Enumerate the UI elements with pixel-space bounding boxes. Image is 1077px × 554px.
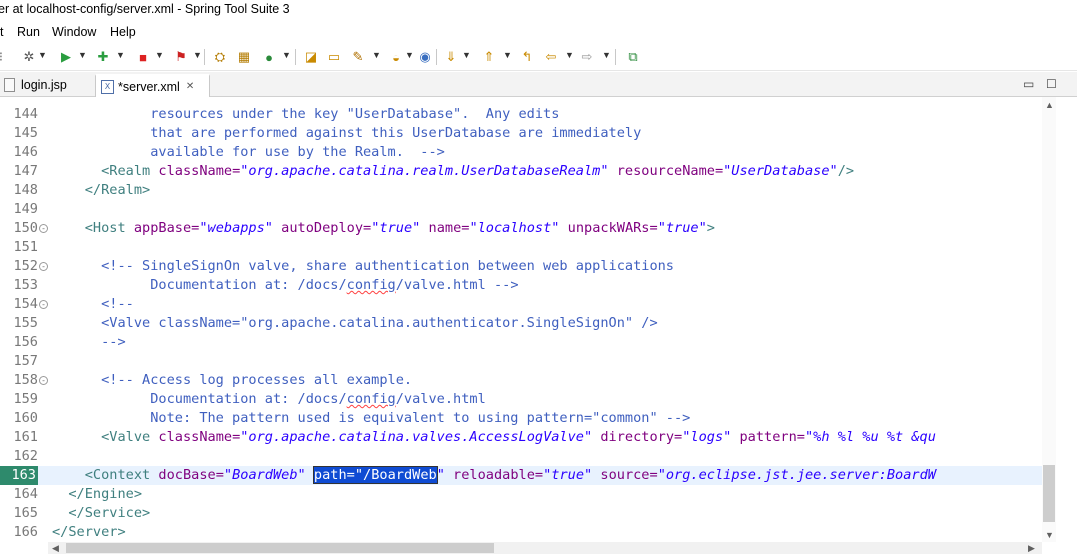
chevron-down-icon[interactable]: ▼ [405,50,414,60]
chevron-down-icon[interactable]: ▼ [462,50,471,60]
code-line: 151 [13,239,38,255]
chevron-down-icon[interactable]: ▼ [565,50,574,60]
search-icon[interactable]: ✎ [349,48,367,66]
toolbar-separator [204,49,205,65]
code-line: 145 that are performed against this User… [13,125,642,141]
scroll-up-icon[interactable]: ▲ [1045,100,1054,110]
chevron-down-icon[interactable]: ▼ [155,50,164,60]
open-task-icon[interactable]: ▭ [325,48,343,66]
toolbar-separator [615,49,616,65]
fold-toggle-icon[interactable]: - [39,300,48,309]
xml-file-icon: X [101,80,114,94]
pin-editor-icon[interactable]: ⧉ [624,48,642,66]
code-line: 160 Note: The pattern used is equivalent… [13,410,691,426]
tab-label: login.jsp [21,78,67,92]
tab-login-jsp[interactable]: login.jsp [4,74,92,96]
coverage-icon[interactable]: ⚑ [172,48,190,66]
chevron-down-icon[interactable]: ▼ [602,50,611,60]
overview-ruler [1060,97,1077,542]
forward-icon[interactable]: ⇨ [578,48,596,66]
tab-label: *server.xml [118,80,180,94]
code-line: 149 [13,201,38,217]
overflow-icon[interactable]: ⁝ [0,48,10,66]
code-line: 154- <!-- [13,296,134,312]
window-title: er at localhost-config/server.xml - Spri… [0,2,290,16]
code-line: 164 </Engine> [13,486,143,502]
menu-bar: t Run Window Help [0,22,1077,42]
code-line: 166 </Server> [13,524,126,540]
menu-item-partial[interactable]: t [0,22,3,42]
code-line: 144 resources under the key "UserDatabas… [13,106,560,122]
code-line: 150- <Host appBase="webapps" autoDeploy=… [13,220,715,236]
chevron-down-icon[interactable]: ▼ [38,50,47,60]
code-line: 157 [13,353,38,369]
menu-item-help[interactable]: Help [110,22,136,42]
stop-icon[interactable]: ■ [134,48,152,66]
new-java-project-icon[interactable]: ⛭ [211,48,229,66]
new-class-icon[interactable]: ● [260,48,278,66]
window-title-bar: er at localhost-config/server.xml - Spri… [0,0,1077,20]
open-type-icon[interactable]: ◪ [302,48,320,66]
tab-server-xml[interactable]: X *server.xml ✕ [95,74,210,98]
close-icon[interactable]: ✕ [186,76,194,98]
code-line: 146 available for use by the Realm. --> [13,144,445,160]
next-annotation-icon[interactable]: ⇓ [442,48,460,66]
code-line-current: 163 <Context docBase="BoardWeb" path="/B… [0,466,1042,485]
code-line: 162 [13,448,38,464]
annotation-icon[interactable]: ◒ [387,48,405,66]
code-line: 161 <Valve className="org.apache.catalin… [13,429,936,445]
scroll-down-icon[interactable]: ▼ [1045,530,1054,540]
fold-toggle-icon[interactable]: - [39,262,48,271]
code-line: 148 </Realm> [13,182,151,198]
file-icon [4,78,15,92]
toolbar-separator [436,49,437,65]
prev-annotation-icon[interactable]: ⇑ [480,48,498,66]
globe-icon[interactable]: ◉ [416,48,434,66]
fold-toggle-icon[interactable]: - [39,376,48,385]
chevron-down-icon[interactable]: ▼ [282,50,291,60]
chevron-down-icon[interactable]: ▼ [116,50,125,60]
last-edit-icon[interactable]: ↰ [518,48,536,66]
chevron-down-icon[interactable]: ▼ [193,50,202,60]
toolbar-separator [295,49,296,65]
run-icon[interactable]: ▶ [57,48,75,66]
menu-item-window[interactable]: Window [52,22,96,42]
code-line: 159 Documentation at: /docs/config/valve… [13,391,486,407]
fold-toggle-icon[interactable]: - [39,224,48,233]
code-line: 153 Documentation at: /docs/config/valve… [13,277,519,293]
code-line: 147 <Realm className="org.apache.catalin… [13,163,855,179]
chevron-down-icon[interactable]: ▼ [503,50,512,60]
debug-icon[interactable]: ✚ [94,48,112,66]
maximize-icon[interactable]: ☐ [1046,77,1057,91]
back-icon[interactable]: ⇦ [542,48,560,66]
horizontal-scrollbar-thumb[interactable] [66,543,494,553]
code-line: 152- <!-- SingleSignOn valve, share auth… [13,258,674,274]
chevron-down-icon[interactable]: ▼ [78,50,87,60]
code-line: 155 <Valve className="org.apache.catalin… [13,315,658,331]
scroll-right-icon[interactable]: ▶ [1028,543,1035,554]
code-line: 165 </Service> [13,505,151,521]
gear-icon[interactable]: ✲ [20,48,38,66]
menu-item-run[interactable]: Run [17,22,40,42]
text-selection: path="/BoardWeb [312,466,438,484]
minimize-icon[interactable]: ▭ [1023,77,1034,91]
code-line: 156 --> [13,334,126,350]
new-package-icon[interactable]: ▦ [235,48,253,66]
editor-tab-bar: login.jsp X *server.xml ✕ [0,72,1077,98]
chevron-down-icon[interactable]: ▼ [372,50,381,60]
vertical-scrollbar-thumb[interactable] [1043,465,1055,522]
code-editor[interactable]: ~~ ~~~~~ ~~~~ ~~~ ~~~~~~~~~~~~ ~~~~~~~~~… [0,97,1042,542]
code-line: 158- <!-- Access log processes all examp… [13,372,413,388]
scroll-left-icon[interactable]: ◀ [52,543,59,554]
main-toolbar: ⁝ ✲ ▼ ▶ ▼ ✚ ▼ ■ ▼ ⚑ ▼ ⛭ ▦ ● ▼ ◪ ▭ ✎ ▼ ◒ … [0,44,1077,71]
